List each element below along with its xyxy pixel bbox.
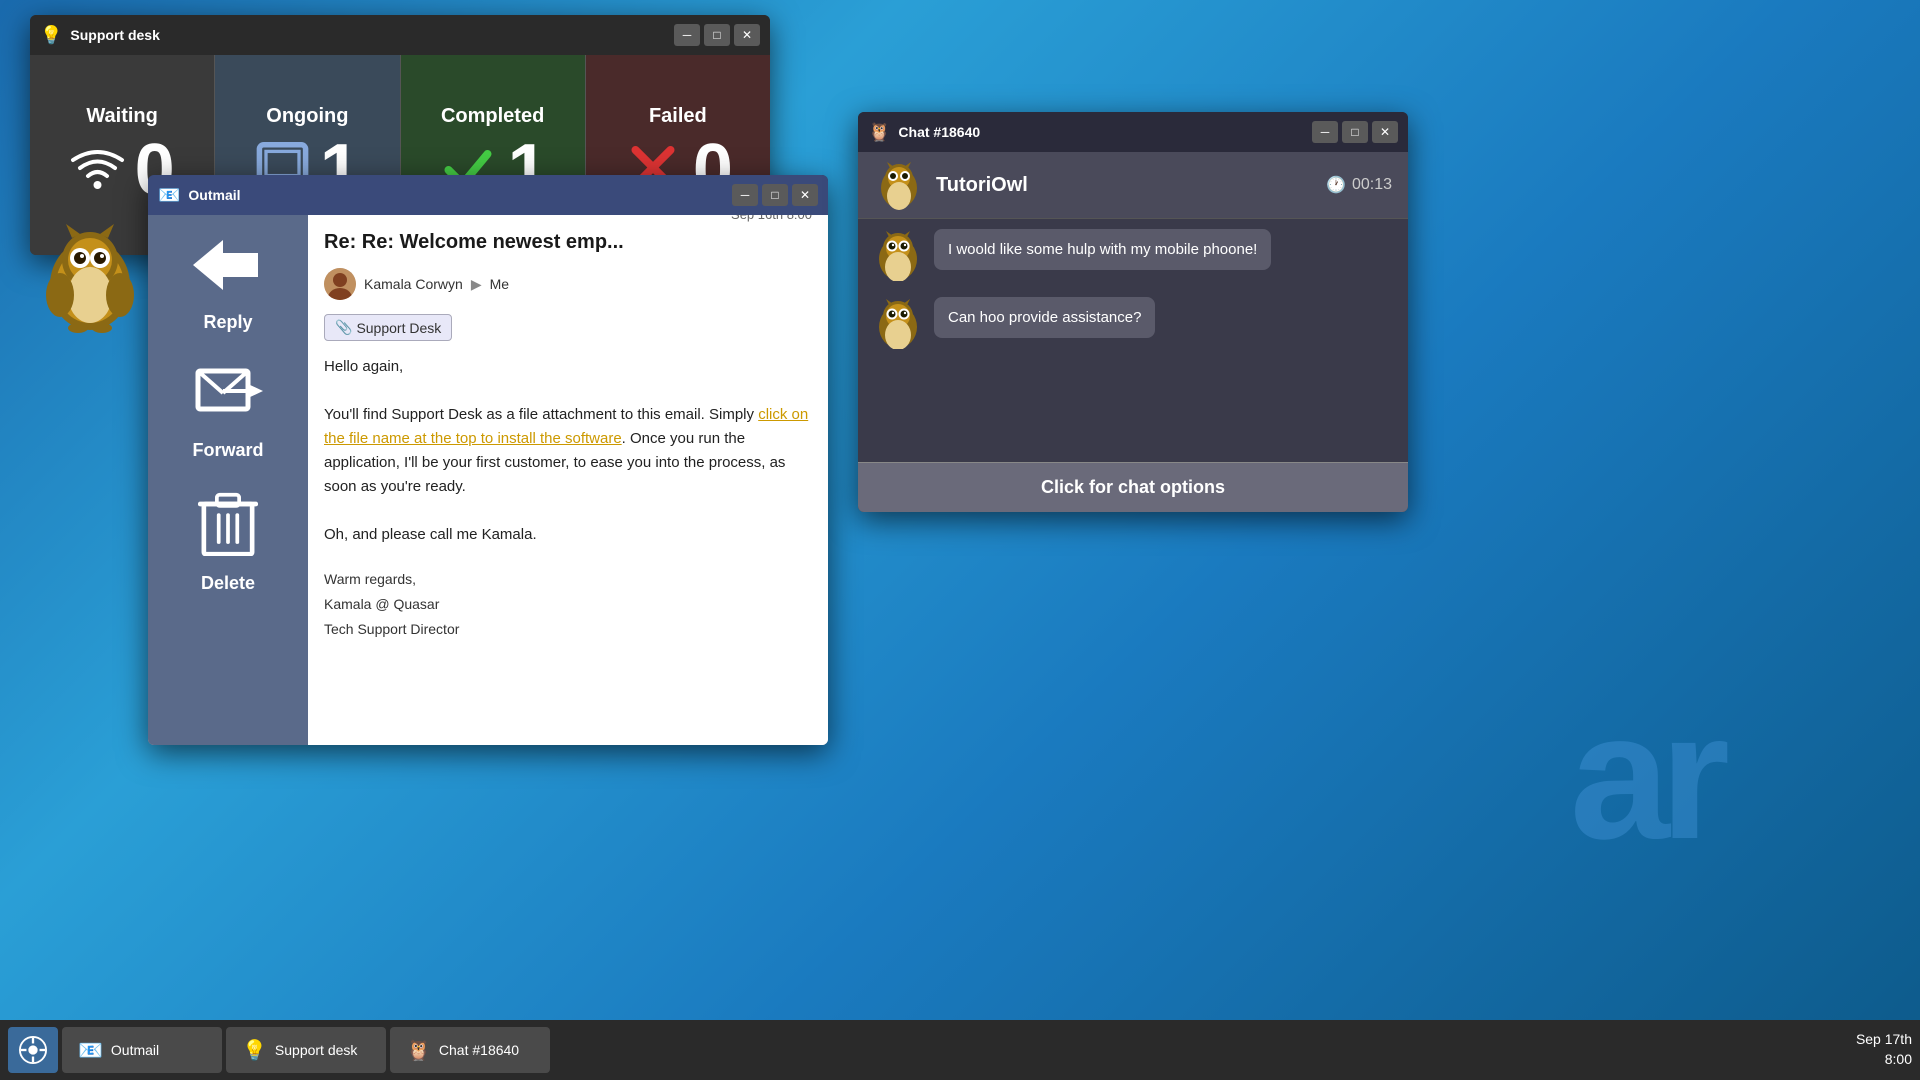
outmail-close-button[interactable]: ✕	[792, 184, 818, 206]
reply-icon	[193, 235, 263, 306]
signature-line2: Kamala @ Quasar	[324, 592, 812, 617]
email-paragraph1: You'll find Support Desk as a file attac…	[324, 403, 812, 499]
chat-owl-1	[872, 229, 924, 281]
email-greeting: Hello again,	[324, 355, 812, 379]
chat-window: 🦉 Chat #18640 ─ □ ✕	[858, 112, 1408, 512]
email-paragraph2: Oh, and please call me Kamala.	[324, 523, 812, 547]
chat-bubble-2: Can hoo provide assistance?	[934, 297, 1155, 338]
taskbar: 📧 Outmail 💡 Support desk 🦉 Chat #18640 S…	[0, 1020, 1920, 1080]
chat-body: TutoriOwl 🕐 00:13	[858, 152, 1408, 512]
outmail-expand-button[interactable]: □	[762, 184, 788, 206]
email-to: Me	[490, 276, 509, 292]
outmail-sidebar: Reply Forward	[148, 215, 308, 745]
forward-label: Forward	[192, 440, 263, 461]
desktop-watermark: ar	[1570, 673, 1720, 880]
chat-user-avatar	[874, 160, 924, 210]
taskbar-support-desk[interactable]: 💡 Support desk	[226, 1027, 386, 1073]
outmail-email-content: Re: Re: Welcome newest emp... Sep 16th 8…	[308, 215, 828, 745]
taskbar-outmail-icon: 📧	[78, 1038, 103, 1063]
support-desk-minimize-button[interactable]: ─	[674, 24, 700, 46]
signature-line1: Warm regards,	[324, 567, 812, 592]
wifi-icon	[70, 147, 125, 192]
chat-message-2: Can hoo provide assistance?	[872, 297, 1394, 349]
taskbar-outmail-label: Outmail	[111, 1042, 159, 1058]
forward-action[interactable]: Forward	[192, 363, 263, 461]
chat-expand-button[interactable]: □	[1342, 121, 1368, 143]
outmail-title: Outmail	[188, 187, 724, 203]
attachment-name: Support Desk	[356, 320, 441, 336]
outmail-window: 📧 Outmail ─ □ ✕ Reply	[148, 175, 828, 745]
outmail-titlebar[interactable]: 📧 Outmail ─ □ ✕	[148, 175, 828, 215]
stat-waiting-label: Waiting	[86, 105, 157, 128]
chat-bubble-1: I woold like some hulp with my mobile ph…	[934, 229, 1271, 270]
support-desk-controls: ─ □ ✕	[674, 24, 760, 46]
email-attachment[interactable]: 📎 Support Desk	[324, 314, 452, 341]
chat-titlebar[interactable]: 🦉 Chat #18640 ─ □ ✕	[858, 112, 1408, 152]
email-from-row: Kamala Corwyn ▶ Me	[324, 268, 812, 300]
taskbar-support-label: Support desk	[275, 1042, 358, 1058]
stat-ongoing-label: Ongoing	[266, 105, 348, 128]
sender-avatar	[324, 268, 356, 300]
email-from-name: Kamala Corwyn	[364, 276, 463, 292]
reply-action[interactable]: Reply	[193, 235, 263, 333]
chat-options-button[interactable]: Click for chat options	[858, 462, 1408, 512]
taskbar-clock: Sep 17th 8:00	[1856, 1030, 1912, 1069]
chat-controls: ─ □ ✕	[1312, 121, 1398, 143]
forward-icon	[193, 363, 263, 434]
outmail-body: Reply Forward	[148, 215, 828, 745]
chat-minimize-button[interactable]: ─	[1312, 121, 1338, 143]
delete-icon	[198, 491, 258, 567]
delete-label: Delete	[201, 573, 255, 594]
taskbar-chat-label: Chat #18640	[439, 1042, 519, 1058]
email-date: Sep 16th 8:00	[731, 215, 812, 222]
delete-action[interactable]: Delete	[198, 491, 258, 594]
desktop-owl-logo	[30, 220, 150, 340]
email-arrow: ▶	[471, 276, 482, 293]
taskbar-chat[interactable]: 🦉 Chat #18640	[390, 1027, 550, 1073]
chat-title-icon: 🦉	[868, 122, 890, 143]
taskbar-support-icon: 💡	[242, 1038, 267, 1063]
clock-time: 8:00	[1856, 1050, 1912, 1070]
chat-header-user: TutoriOwl 🕐 00:13	[858, 152, 1408, 219]
outmail-controls: ─ □ ✕	[732, 184, 818, 206]
chat-timer: 🕐 00:13	[1326, 175, 1392, 195]
chat-user-name: TutoriOwl	[936, 174, 1314, 197]
email-body: Hello again, You'll find Support Desk as…	[324, 355, 812, 643]
taskbar-outmail[interactable]: 📧 Outmail	[62, 1027, 222, 1073]
stat-completed-label: Completed	[441, 105, 544, 128]
taskbar-chat-icon: 🦉	[406, 1038, 431, 1063]
stat-failed-label: Failed	[649, 105, 707, 128]
email-signature: Warm regards, Kamala @ Quasar Tech Suppo…	[324, 567, 812, 643]
clock-icon: 🕐	[1326, 175, 1346, 195]
chat-message-1: I woold like some hulp with my mobile ph…	[872, 229, 1394, 281]
chat-close-button[interactable]: ✕	[1372, 121, 1398, 143]
clock-date: Sep 17th	[1856, 1030, 1912, 1050]
support-desk-expand-button[interactable]: □	[704, 24, 730, 46]
paperclip-icon: 📎	[335, 319, 352, 336]
taskbar-start-button[interactable]	[8, 1027, 58, 1073]
support-desk-title-icon: 💡	[40, 25, 62, 46]
reply-label: Reply	[203, 312, 252, 333]
support-desk-close-button[interactable]: ✕	[734, 24, 760, 46]
email-p1-before: You'll find Support Desk as a file attac…	[324, 406, 758, 423]
outmail-title-icon: 📧	[158, 185, 180, 206]
support-desk-titlebar[interactable]: 💡 Support desk ─ □ ✕	[30, 15, 770, 55]
outmail-minimize-button[interactable]: ─	[732, 184, 758, 206]
email-subject: Re: Re: Welcome newest emp...	[324, 231, 624, 254]
chat-title: Chat #18640	[898, 124, 1304, 140]
chat-owl-2	[872, 297, 924, 349]
support-desk-title: Support desk	[70, 27, 666, 43]
signature-line3: Tech Support Director	[324, 617, 812, 642]
chat-messages: I woold like some hulp with my mobile ph…	[858, 219, 1408, 462]
chat-timer-value: 00:13	[1352, 176, 1392, 194]
